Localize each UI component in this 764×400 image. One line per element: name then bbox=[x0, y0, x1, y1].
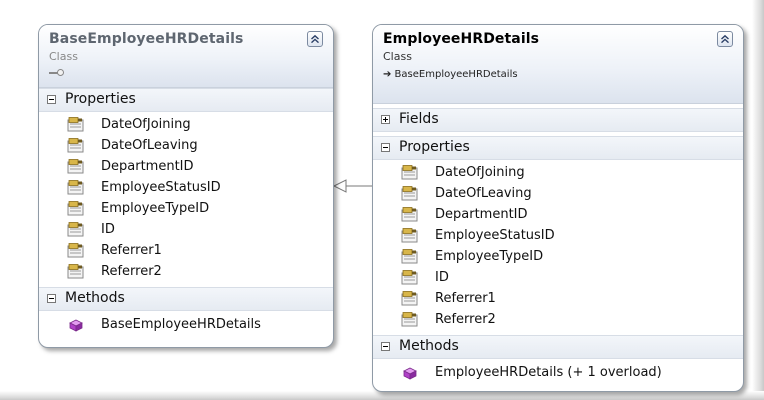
property-label: EmployeeTypeID bbox=[101, 201, 210, 216]
minus-icon[interactable] bbox=[47, 95, 56, 104]
property-item[interactable]: EmployeeTypeID bbox=[373, 247, 743, 268]
section-label: Fields bbox=[399, 111, 439, 127]
property-icon bbox=[401, 312, 419, 328]
class-name: BaseEmployeeHRDetails bbox=[49, 31, 244, 47]
section-label: Properties bbox=[65, 91, 136, 107]
property-icon bbox=[67, 117, 85, 133]
property-label: DateOfLeaving bbox=[435, 186, 532, 201]
property-icon bbox=[401, 165, 419, 181]
method-item[interactable]: EmployeeHRDetails (+ 1 overload) bbox=[373, 363, 743, 384]
fields-section-header[interactable]: Fields bbox=[373, 108, 743, 132]
property-item[interactable]: Referrer1 bbox=[39, 241, 333, 262]
minus-icon[interactable] bbox=[47, 294, 56, 303]
interface-lollipop-icon bbox=[49, 69, 65, 77]
property-label: Referrer1 bbox=[435, 291, 496, 306]
property-item[interactable]: DateOfJoining bbox=[39, 115, 333, 136]
property-item[interactable]: Referrer2 bbox=[39, 262, 333, 283]
methods-list: EmployeeHRDetails (+ 1 overload) bbox=[373, 359, 743, 384]
properties-section-header[interactable]: Properties bbox=[39, 88, 333, 112]
properties-list: DateOfJoining DateOfLeaving DepartmentID… bbox=[373, 160, 743, 331]
class-name: EmployeeHRDetails bbox=[383, 31, 540, 47]
methods-section-header[interactable]: Methods bbox=[373, 335, 743, 359]
methods-section-header[interactable]: Methods bbox=[39, 287, 333, 311]
method-icon bbox=[67, 317, 85, 333]
property-label: Referrer1 bbox=[101, 243, 162, 258]
property-item[interactable]: ID bbox=[39, 220, 333, 241]
class-kind: Class bbox=[383, 50, 412, 63]
section-label: Properties bbox=[399, 139, 470, 155]
property-label: DateOfLeaving bbox=[101, 138, 198, 153]
property-label: EmployeeStatusID bbox=[435, 228, 555, 243]
properties-list: DateOfJoining DateOfLeaving DepartmentID… bbox=[39, 112, 333, 283]
property-item[interactable]: EmployeeStatusID bbox=[373, 226, 743, 247]
property-icon bbox=[67, 243, 85, 259]
class-shape-base-employee-hr-details[interactable]: BaseEmployeeHRDetails Class Properties D… bbox=[38, 24, 334, 348]
property-item[interactable]: DateOfLeaving bbox=[39, 136, 333, 157]
property-icon bbox=[401, 291, 419, 307]
plus-icon[interactable] bbox=[381, 115, 390, 124]
property-label: DateOfJoining bbox=[101, 117, 191, 132]
class-kind: Class bbox=[49, 50, 78, 63]
minus-icon[interactable] bbox=[381, 143, 390, 152]
collapse-shape-button[interactable] bbox=[307, 31, 323, 47]
property-item[interactable]: EmployeeTypeID bbox=[39, 199, 333, 220]
property-icon bbox=[67, 264, 85, 280]
property-item[interactable]: DateOfLeaving bbox=[373, 184, 743, 205]
property-label: DateOfJoining bbox=[435, 165, 525, 180]
collapse-shape-button[interactable] bbox=[717, 31, 733, 47]
property-label: ID bbox=[435, 270, 449, 285]
property-icon bbox=[67, 201, 85, 217]
property-icon bbox=[401, 207, 419, 223]
property-item[interactable]: DepartmentID bbox=[373, 205, 743, 226]
method-item[interactable]: BaseEmployeeHRDetails bbox=[39, 315, 333, 336]
property-label: DepartmentID bbox=[101, 159, 194, 174]
property-label: ID bbox=[101, 222, 115, 237]
minus-icon[interactable] bbox=[381, 342, 390, 351]
property-item[interactable]: DepartmentID bbox=[39, 157, 333, 178]
property-item[interactable]: ID bbox=[373, 268, 743, 289]
method-label: BaseEmployeeHRDetails bbox=[101, 317, 261, 332]
property-item[interactable]: EmployeeStatusID bbox=[39, 178, 333, 199]
double-chevron-up-icon bbox=[311, 34, 319, 44]
property-label: Referrer2 bbox=[435, 312, 496, 327]
double-chevron-up-icon bbox=[721, 34, 729, 44]
class-shape-employee-hr-details[interactable]: EmployeeHRDetails Class ➔ BaseEmployeeHR… bbox=[372, 24, 744, 392]
property-icon bbox=[401, 186, 419, 202]
page-right-edge bbox=[752, 0, 764, 400]
method-label: EmployeeHRDetails (+ 1 overload) bbox=[435, 365, 662, 380]
property-icon bbox=[401, 249, 419, 265]
property-item[interactable]: Referrer1 bbox=[373, 289, 743, 310]
property-item[interactable]: DateOfJoining bbox=[373, 163, 743, 184]
method-icon bbox=[401, 365, 419, 381]
property-item[interactable]: Referrer2 bbox=[373, 310, 743, 331]
page-bottom-edge bbox=[0, 391, 764, 400]
property-icon bbox=[67, 159, 85, 175]
section-label: Methods bbox=[65, 290, 125, 306]
section-label: Methods bbox=[399, 338, 459, 354]
property-label: Referrer2 bbox=[101, 264, 162, 279]
property-label: DepartmentID bbox=[435, 207, 528, 222]
class-header: EmployeeHRDetails Class ➔ BaseEmployeeHR… bbox=[373, 25, 743, 104]
property-label: EmployeeStatusID bbox=[101, 180, 221, 195]
property-icon bbox=[67, 180, 85, 196]
property-label: EmployeeTypeID bbox=[435, 249, 544, 264]
properties-section-header[interactable]: Properties bbox=[373, 136, 743, 160]
property-icon bbox=[401, 270, 419, 286]
base-class-reference: ➔ BaseEmployeeHRDetails bbox=[383, 69, 518, 80]
class-header: BaseEmployeeHRDetails Class bbox=[39, 25, 333, 88]
methods-list: BaseEmployeeHRDetails bbox=[39, 311, 333, 336]
property-icon bbox=[401, 228, 419, 244]
property-icon bbox=[67, 138, 85, 154]
property-icon bbox=[67, 222, 85, 238]
